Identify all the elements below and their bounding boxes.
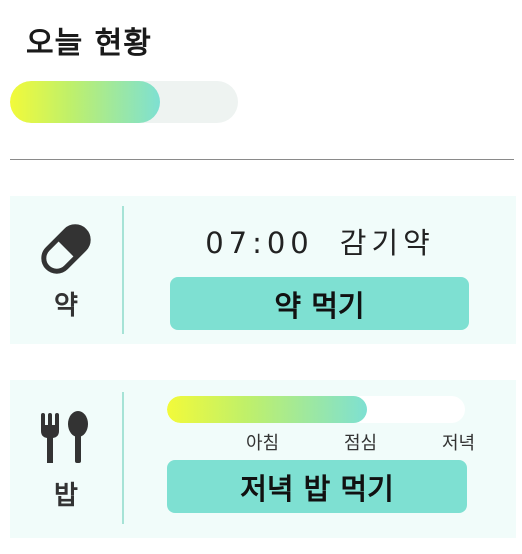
medicine-divider [122, 206, 124, 334]
page-title: 오늘 현황 [26, 26, 152, 61]
meal-progress-bar [167, 396, 465, 423]
meal-progress-fill [167, 396, 367, 423]
meal-divider [122, 392, 124, 524]
divider [10, 159, 514, 160]
meal-stage-dinner: 저녁 [442, 433, 476, 454]
overall-progress-bar [10, 81, 238, 123]
medicine-card: 약 07:00 감기약 약 먹기 [10, 196, 516, 344]
take-medicine-button[interactable]: 약 먹기 [170, 277, 469, 330]
meal-side: 밥 [10, 380, 122, 538]
meal-label: 밥 [54, 480, 78, 511]
meal-stage-breakfast: 아침 [246, 433, 280, 454]
medicine-info: 07:00 감기약 [170, 220, 470, 262]
medicine-side: 약 [10, 196, 122, 344]
meal-stage-lunch: 점심 [344, 433, 378, 454]
medicine-label: 약 [54, 290, 78, 321]
pill-icon [41, 223, 91, 274]
medicine-time: 07:00 [205, 226, 314, 260]
fork-spoon-icon [41, 410, 88, 463]
meal-card: 밥 아침 점심 저녁 저녁 밥 먹기 [10, 380, 516, 538]
eat-dinner-button[interactable]: 저녁 밥 먹기 [167, 460, 467, 513]
medicine-name: 감기약 [339, 226, 435, 260]
overall-progress-fill [10, 81, 161, 123]
